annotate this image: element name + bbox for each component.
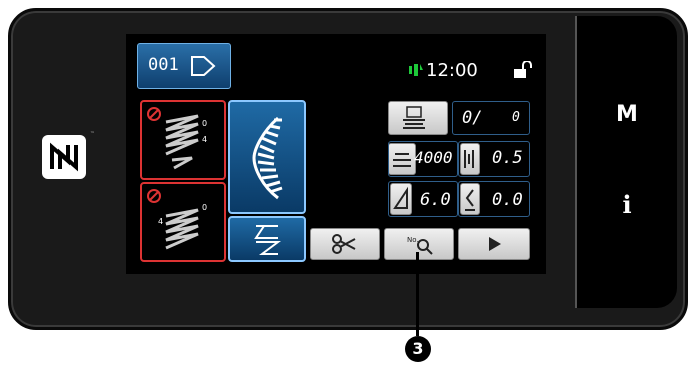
stitch-shape-button[interactable]: [228, 100, 306, 214]
callout-marker: 3: [405, 336, 431, 362]
width-field[interactable]: [388, 181, 458, 217]
bobbin-thread-icon: [409, 64, 423, 76]
svg-text:No.: No.: [407, 236, 419, 244]
reverse-stitch-end-button[interactable]: 0 4: [140, 182, 226, 262]
offset-field[interactable]: [458, 181, 530, 217]
pattern-number-button[interactable]: 001: [137, 43, 231, 89]
info-button[interactable]: i: [577, 190, 677, 219]
side-panel: M i: [575, 16, 677, 308]
callout-line: [416, 252, 419, 336]
mode-button[interactable]: M: [577, 102, 677, 127]
next-button[interactable]: [458, 228, 530, 260]
svg-text:4: 4: [158, 217, 163, 226]
pitch-field[interactable]: [458, 141, 530, 177]
reverse-stitch-start-button[interactable]: 0 4: [140, 100, 226, 180]
stitch-direction-button[interactable]: [228, 216, 306, 262]
thread-trim-button[interactable]: [310, 228, 380, 260]
counter-button[interactable]: [388, 101, 448, 135]
svg-text:0: 0: [202, 119, 207, 128]
pattern-search-button[interactable]: No.: [384, 228, 454, 260]
svg-text:0: 0: [202, 203, 207, 212]
pattern-number: 001: [148, 55, 179, 75]
counter-field: [452, 101, 530, 135]
trademark-mark: ™: [90, 131, 95, 137]
nfc-icon: [42, 135, 86, 179]
speed-field[interactable]: [388, 141, 458, 177]
unlock-icon[interactable]: [512, 61, 532, 79]
svg-text:4: 4: [202, 135, 207, 144]
clock: 12:00: [426, 60, 478, 81]
